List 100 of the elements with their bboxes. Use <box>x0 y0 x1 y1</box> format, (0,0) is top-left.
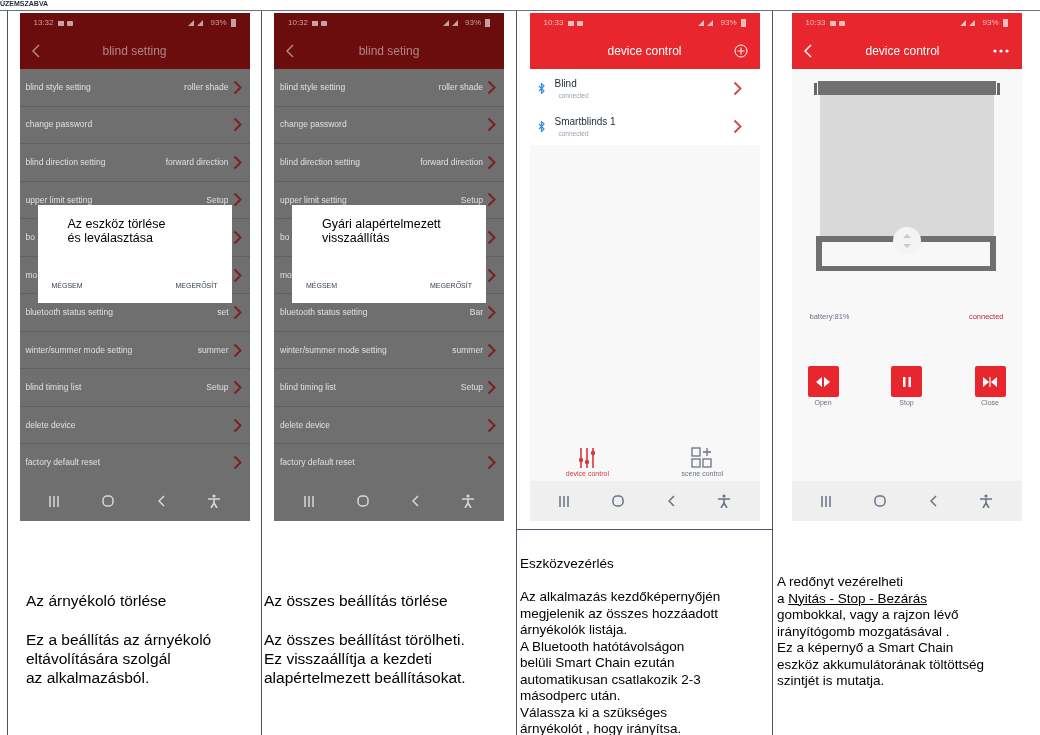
signal-icon <box>443 19 461 27</box>
back-icon[interactable] <box>667 495 675 507</box>
chevron-icon[interactable] <box>487 342 496 358</box>
setting-value: forward direction <box>420 156 483 169</box>
setting-label: winter/summer mode setting <box>280 343 387 357</box>
caption-text: Az alkalmazás kezdőképernyőjén megjelenik az összes hozzáadott árnyékolók listája. A Bluetooth hatótávolságon belüli Smart Chain ezután automatikusan csatlakozik 2-3 másodperc után. Válassza ki a szükséges árnyékolót , hogy irányítsa. <box>520 589 722 735</box>
home-icon[interactable] <box>874 495 887 507</box>
battery-percent: 93% <box>210 17 227 29</box>
bluetooth-icon <box>537 82 545 94</box>
more-icon[interactable] <box>993 49 1010 53</box>
back-icon[interactable] <box>286 44 294 58</box>
settings-row[interactable]: blind timing list Setup <box>274 368 504 406</box>
settings-row[interactable]: delete device <box>274 405 504 444</box>
chevron-icon[interactable] <box>232 305 242 321</box>
accessibility-icon[interactable] <box>462 494 475 508</box>
setting-label: bo <box>280 231 290 244</box>
caption-title: Eszközvezérlés <box>520 555 615 573</box>
setting-label: delete device <box>280 418 331 432</box>
settings-row[interactable]: change password <box>274 105 504 144</box>
dialog-message: Az eszköz törlése és leválasztása <box>67 217 167 245</box>
status-time: 10:33 <box>805 17 826 29</box>
chevron-icon[interactable] <box>232 267 242 283</box>
setting-value: Setup <box>460 381 483 394</box>
setting-value: summer <box>452 343 483 357</box>
recent-apps-icon[interactable] <box>821 495 832 507</box>
chevron-icon[interactable] <box>232 192 242 208</box>
back-icon[interactable] <box>31 44 40 58</box>
stop-button[interactable] <box>891 366 922 398</box>
battery-percent: 93% <box>982 17 999 29</box>
squares-plus-icon <box>691 446 714 469</box>
battery-percent: 93% <box>720 17 737 29</box>
chevron-icon[interactable] <box>232 455 242 471</box>
setting-label: upper limit setting <box>25 193 93 207</box>
settings-row[interactable]: change password <box>19 105 250 144</box>
screen-title: blind setting <box>102 43 167 60</box>
add-icon[interactable] <box>733 44 748 58</box>
screen-title: device control <box>607 43 682 60</box>
home-icon[interactable] <box>612 495 625 507</box>
settings-row[interactable]: blind style setting roller shade <box>274 69 504 106</box>
settings-row[interactable]: winter/summer mode setting summer <box>19 330 250 369</box>
setting-value: forward direction <box>165 156 229 169</box>
chevron-icon[interactable] <box>487 192 496 208</box>
setting-label: blind style setting <box>280 80 346 94</box>
open-button[interactable] <box>807 366 839 398</box>
setting-label: blind style setting <box>25 80 91 94</box>
accessibility-icon[interactable] <box>979 494 992 508</box>
screen-title: blind seting <box>358 43 420 60</box>
setting-label: factory default reset <box>25 456 101 470</box>
chevron-icon[interactable] <box>232 380 242 396</box>
setting-label: change password <box>25 118 93 132</box>
setting-label: factory default reset <box>280 456 355 470</box>
screen-title: device control <box>865 43 940 60</box>
settings-row[interactable]: blind style setting roller shade <box>19 69 250 106</box>
chevron-icon[interactable] <box>487 305 496 321</box>
setting-label: mo <box>280 268 292 282</box>
accessibility-icon[interactable] <box>207 494 220 508</box>
setting-label: blind direction setting <box>280 156 360 169</box>
chevron-icon[interactable] <box>487 154 496 170</box>
chevron-icon[interactable] <box>487 79 496 95</box>
setting-value: roller shade <box>438 80 483 94</box>
chevron-icon[interactable] <box>732 118 742 134</box>
status-time: 10:32 <box>288 17 309 29</box>
settings-row[interactable]: blind direction setting forward direction <box>274 143 504 181</box>
chevron-icon[interactable] <box>487 455 496 471</box>
chevron-icon[interactable] <box>487 117 496 133</box>
setting-label: delete device <box>25 418 76 432</box>
setting-value: Setup <box>460 193 483 207</box>
battery-icon <box>1002 19 1008 27</box>
chevron-icon[interactable] <box>232 417 242 433</box>
status-time: 13:32 <box>33 17 54 29</box>
chevron-icon[interactable] <box>232 79 242 95</box>
bluetooth-icon <box>537 120 545 132</box>
chevron-icon[interactable] <box>232 117 242 133</box>
settings-row[interactable]: blind timing list Setup <box>19 368 250 406</box>
caption-text: Ez a beállítás az árnyékoló eltávolítására szolgál az alkalmazásból. <box>26 630 213 687</box>
chevron-icon[interactable] <box>232 342 242 358</box>
battery-percent: 93% <box>465 17 481 29</box>
chevron-icon[interactable] <box>487 229 496 245</box>
caption-title: Az árnyékoló törlése <box>26 591 168 610</box>
setting-label: winter/summer mode setting <box>25 343 133 357</box>
chevron-icon[interactable] <box>232 154 242 170</box>
setting-label: upper limit setting <box>280 193 347 207</box>
caption-text: Az összes beállítást törölheti. Ez visszaállítja a kezdeti alapértelmezett beállításokat. <box>264 630 467 687</box>
settings-row[interactable]: delete device <box>19 405 250 444</box>
dialog-message: Gyári alapértelmezett visszaállítás <box>322 217 442 245</box>
chevron-icon[interactable] <box>232 229 242 245</box>
accessibility-icon[interactable] <box>717 494 730 508</box>
back-icon[interactable] <box>929 495 937 507</box>
setting-label: change password <box>280 118 347 132</box>
chevron-icon[interactable] <box>732 80 742 96</box>
chevron-icon[interactable] <box>487 267 496 283</box>
recent-apps-icon[interactable] <box>559 495 570 507</box>
setting-value: Setup <box>206 193 229 207</box>
close-button[interactable] <box>974 366 1006 398</box>
setting-label: blind direction setting <box>25 156 106 169</box>
settings-row[interactable]: winter/summer mode setting summer <box>274 330 504 369</box>
chevron-icon[interactable] <box>487 417 496 433</box>
chevron-icon[interactable] <box>487 380 496 396</box>
settings-row[interactable]: blind direction setting forward direction <box>19 143 250 181</box>
battery-icon <box>230 19 236 27</box>
